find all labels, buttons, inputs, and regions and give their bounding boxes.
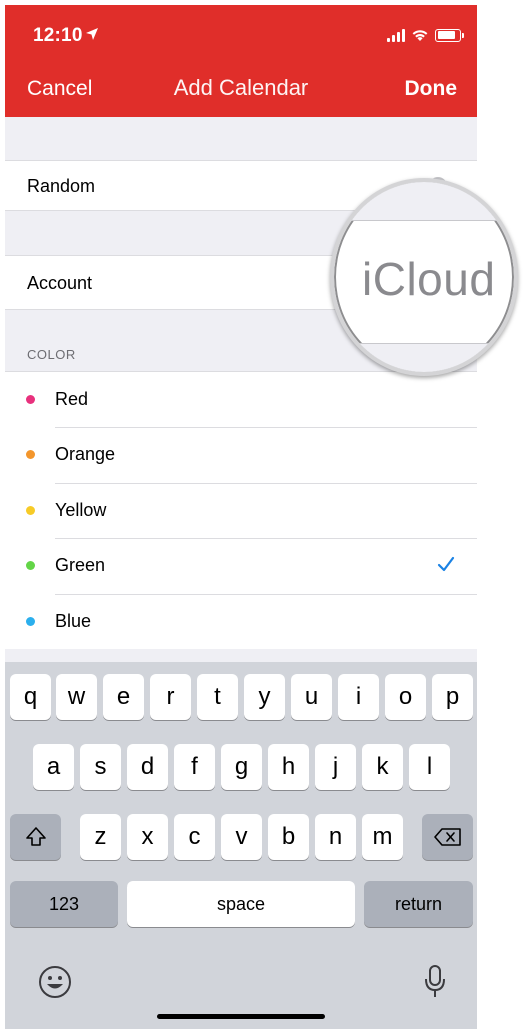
keyboard: q w e r t y u i o p a s d f g h j k l z …: [5, 662, 477, 1029]
account-label: Account: [27, 273, 93, 293]
key-x[interactable]: x: [127, 814, 168, 860]
red-dot-icon: [26, 395, 35, 404]
status-icons: [387, 26, 464, 44]
checkmark-icon: [437, 557, 455, 572]
shift-icon: [25, 827, 46, 846]
key-r[interactable]: r: [150, 674, 191, 720]
delete-key[interactable]: [422, 814, 473, 860]
status-time: 12:10: [33, 25, 83, 46]
battery-icon: [435, 28, 464, 42]
key-w[interactable]: w: [56, 674, 97, 720]
color-row-green[interactable]: Green: [5, 538, 477, 593]
color-label: Blue: [55, 610, 92, 631]
green-dot-icon: [26, 561, 35, 571]
key-t[interactable]: t: [197, 674, 238, 720]
key-m[interactable]: m: [362, 814, 403, 860]
key-o[interactable]: o: [385, 674, 426, 720]
key-i[interactable]: i: [338, 674, 379, 720]
yellow-dot-icon: [26, 505, 35, 515]
blue-dot-icon: [26, 616, 35, 626]
key-k[interactable]: k: [362, 744, 403, 790]
color-label: Red: [55, 389, 89, 409]
nav-header: 12:10 Cancel Add Calendar Done: [5, 5, 477, 117]
color-row-yellow[interactable]: Yellow: [5, 482, 477, 538]
key-q[interactable]: q: [10, 674, 51, 720]
key-c[interactable]: c: [174, 814, 215, 860]
app-screen: 12:10 Cancel Add Calendar Done Random ✕ …: [5, 5, 477, 1029]
key-s[interactable]: s: [80, 744, 121, 790]
key-d[interactable]: d: [127, 744, 168, 790]
location-arrow-icon: [86, 28, 98, 40]
return-key[interactable]: return: [364, 881, 473, 927]
emoji-icon[interactable]: [38, 965, 72, 999]
color-row-blue[interactable]: Blue: [5, 593, 477, 649]
key-g[interactable]: g: [221, 744, 262, 790]
color-label: Green: [55, 555, 106, 576]
color-row-orange[interactable]: Orange: [5, 427, 477, 482]
orange-dot-icon: [26, 450, 35, 460]
signal-icon: [387, 28, 405, 42]
wifi-icon: [412, 30, 428, 41]
key-n[interactable]: n: [315, 814, 356, 860]
key-v[interactable]: v: [221, 814, 262, 860]
key-e[interactable]: e: [103, 674, 144, 720]
done-button[interactable]: Done: [405, 77, 458, 101]
numbers-key[interactable]: 123: [10, 881, 118, 927]
key-l[interactable]: l: [409, 744, 450, 790]
key-p[interactable]: p: [432, 674, 473, 720]
key-b[interactable]: b: [268, 814, 309, 860]
color-label: Orange: [55, 444, 116, 465]
space-key[interactable]: space: [127, 881, 355, 927]
key-f[interactable]: f: [174, 744, 215, 790]
shift-key[interactable]: [10, 814, 61, 860]
home-indicator: [157, 1014, 325, 1019]
key-j[interactable]: j: [315, 744, 356, 790]
color-list: Red Orange Yellow Green Blue: [5, 371, 477, 649]
magnifier-loupe: iCloud: [330, 178, 518, 376]
backspace-icon: [433, 828, 461, 846]
color-section-header: COLOR: [27, 347, 76, 362]
key-h[interactable]: h: [268, 744, 309, 790]
account-value: iCloud: [362, 253, 496, 305]
microphone-icon[interactable]: [423, 964, 447, 1000]
calendar-name-value[interactable]: Random: [27, 176, 95, 197]
key-a[interactable]: a: [33, 744, 74, 790]
key-z[interactable]: z: [80, 814, 121, 860]
color-row-red[interactable]: Red: [5, 372, 477, 427]
key-y[interactable]: y: [244, 674, 285, 720]
key-u[interactable]: u: [291, 674, 332, 720]
color-label: Yellow: [55, 499, 107, 520]
